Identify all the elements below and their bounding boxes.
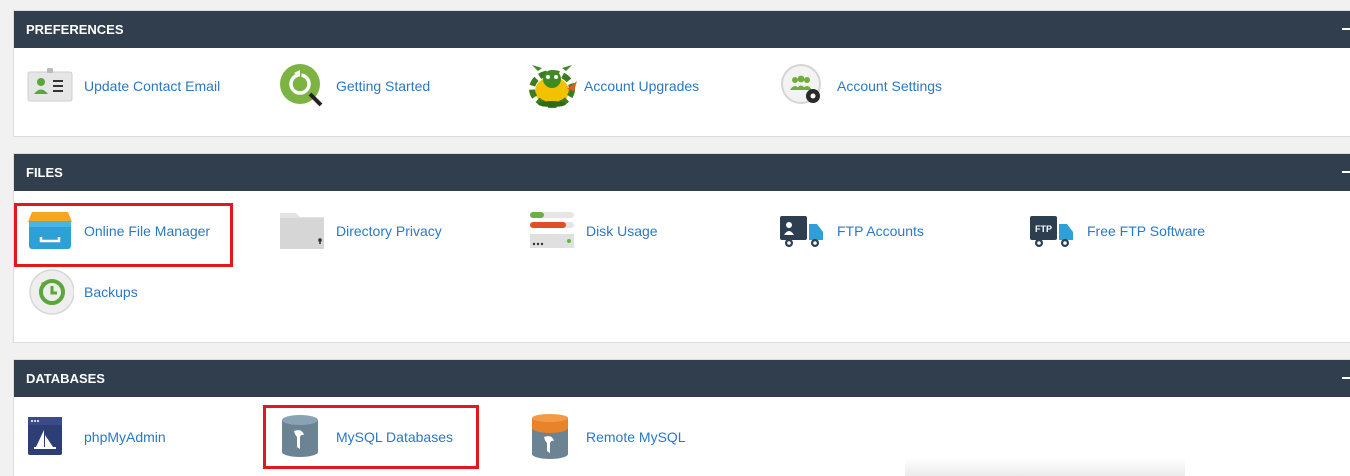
files-header[interactable]: FILES: [14, 154, 1350, 191]
account-settings-icon: [779, 63, 827, 109]
phpmyadmin-link[interactable]: phpMyAdmin: [26, 414, 166, 460]
ftp-truck-icon: FTP: [1029, 208, 1077, 254]
files-title: FILES: [26, 165, 63, 180]
mysql-databases-link[interactable]: MySQL Databases: [278, 414, 453, 460]
dragon-icon: [526, 63, 577, 109]
account-upgrades-link[interactable]: Account Upgrades: [526, 63, 699, 109]
directory-privacy-label: Directory Privacy: [336, 223, 442, 239]
contact-card-icon: [26, 63, 74, 109]
disk-usage-icon: [528, 208, 576, 254]
update-contact-email-label: Update Contact Email: [84, 78, 221, 94]
collapse-icon[interactable]: [1342, 171, 1350, 173]
collapse-icon[interactable]: [1342, 377, 1350, 379]
preferences-title: PREFERENCES: [26, 22, 124, 37]
account-settings-label: Account Settings: [837, 78, 943, 94]
online-file-manager-link[interactable]: Online File Manager: [26, 208, 210, 254]
remote-mysql-label: Remote MySQL: [586, 429, 686, 445]
databases-header[interactable]: DATABASES: [14, 360, 1350, 397]
databases-title: DATABASES: [26, 371, 105, 386]
disk-usage-label: Disk Usage: [586, 223, 658, 239]
getting-started-icon: [278, 63, 326, 109]
ftp-accounts-link[interactable]: FTP Accounts: [779, 208, 924, 254]
backups-label: Backups: [84, 284, 138, 300]
directory-privacy-icon: [278, 208, 326, 254]
ftp-accounts-icon: [779, 208, 827, 254]
file-manager-icon: [26, 208, 74, 254]
disk-usage-link[interactable]: Disk Usage: [528, 208, 658, 254]
getting-started-label: Getting Started: [336, 78, 431, 94]
ftp-badge-text: FTP: [1035, 224, 1052, 234]
mysql-databases-label: MySQL Databases: [336, 429, 453, 445]
backups-icon: [26, 269, 75, 315]
remote-mysql-icon: [528, 414, 576, 460]
preferences-header[interactable]: PREFERENCES: [14, 11, 1350, 48]
mysql-database-icon: [278, 414, 326, 460]
backups-link[interactable]: Backups: [26, 269, 138, 315]
bottom-shadow: [905, 458, 1185, 476]
getting-started-link[interactable]: Getting Started: [278, 63, 430, 109]
account-settings-link[interactable]: Account Settings: [779, 63, 942, 109]
collapse-icon[interactable]: [1342, 28, 1350, 30]
ftp-accounts-label: FTP Accounts: [837, 223, 924, 239]
free-ftp-software-link[interactable]: FTP Free FTP Software: [1029, 208, 1205, 254]
directory-privacy-link[interactable]: Directory Privacy: [278, 208, 442, 254]
account-upgrades-label: Account Upgrades: [584, 78, 700, 94]
update-contact-email-link[interactable]: Update Contact Email: [26, 63, 220, 109]
phpmyadmin-icon: [26, 414, 74, 460]
phpmyadmin-label: phpMyAdmin: [84, 429, 166, 445]
online-file-manager-label: Online File Manager: [84, 223, 211, 239]
free-ftp-software-label: Free FTP Software: [1087, 223, 1206, 239]
remote-mysql-link[interactable]: Remote MySQL: [528, 414, 686, 460]
